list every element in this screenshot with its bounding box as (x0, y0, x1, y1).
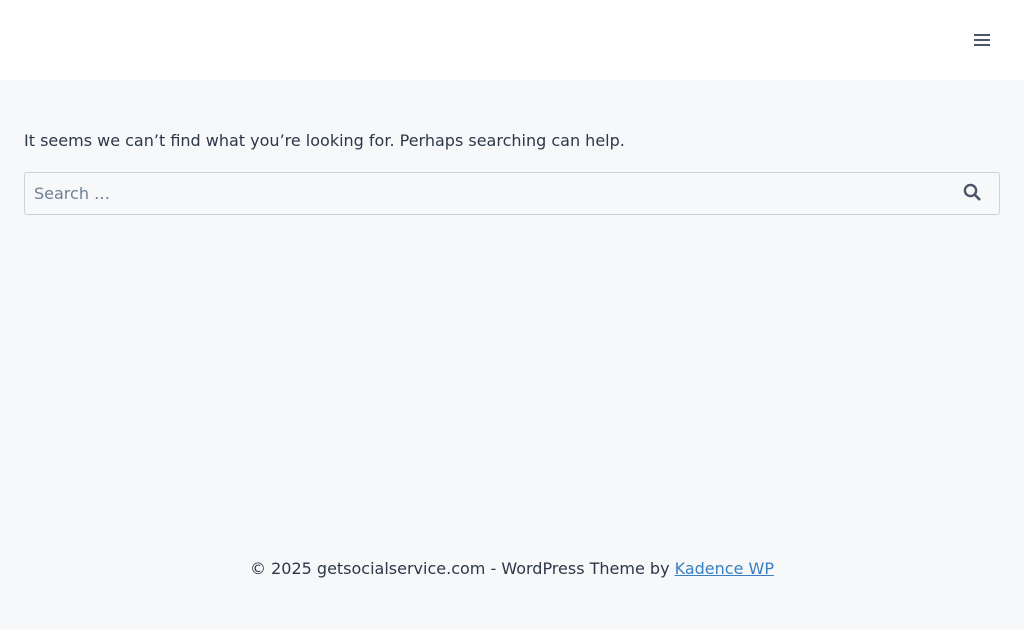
hamburger-menu-icon (973, 33, 991, 47)
footer-copyright: © 2025 getsocialservice.com - WordPress … (250, 558, 670, 578)
search-submit-button[interactable] (961, 183, 983, 205)
search-input[interactable] (25, 173, 945, 214)
site-header (0, 0, 1024, 80)
not-found-message: It seems we can’t find what you’re looki… (24, 131, 625, 150)
menu-toggle-button[interactable] (962, 20, 1002, 60)
search-icon (963, 183, 981, 205)
kadence-wp-link[interactable]: Kadence WP (675, 559, 774, 578)
site-footer: © 2025 getsocialservice.com - WordPress … (0, 545, 1024, 591)
search-form (24, 172, 1000, 215)
